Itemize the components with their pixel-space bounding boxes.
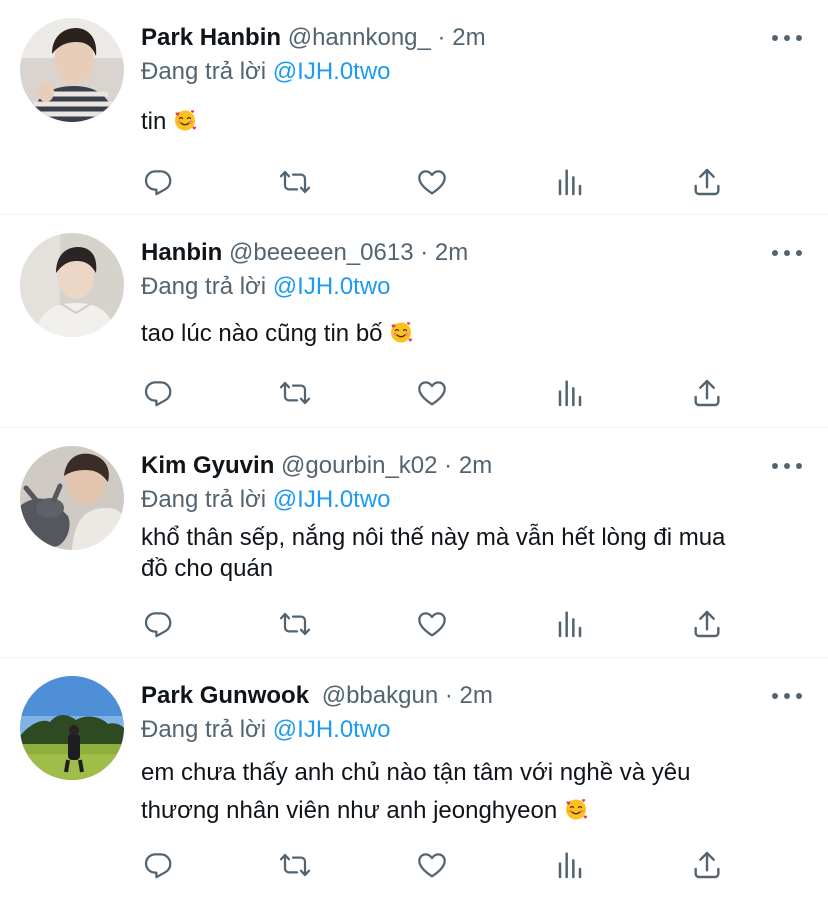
user-name[interactable]: Kim Gyuvin: [141, 452, 274, 479]
like-icon[interactable]: [414, 165, 450, 199]
retweet-icon[interactable]: [277, 376, 313, 410]
replying-prefix: Đang trả lời: [141, 58, 267, 85]
share-icon[interactable]: [689, 607, 725, 641]
mention-link[interactable]: @IJH.0two: [273, 716, 391, 743]
tweet-text: em chưa thấy anh chủ nào tận tâm với ngh…: [141, 754, 801, 830]
smiling-face-with-hearts-icon: [173, 108, 197, 132]
user-name[interactable]: Park Hanbin: [141, 24, 281, 51]
retweet-icon[interactable]: [277, 848, 313, 882]
timestamp[interactable]: 2m: [435, 239, 468, 266]
tweet-header: Park Hanbin @hannkong_ · 2m: [141, 22, 486, 54]
like-icon[interactable]: [414, 607, 450, 641]
user-name[interactable]: Park Gunwook: [141, 682, 309, 709]
tweet[interactable]: Park Hanbin @hannkong_ · 2m Đang trả lời…: [0, 0, 828, 215]
more-options-icon[interactable]: [772, 688, 802, 704]
user-name[interactable]: Hanbin: [141, 239, 222, 266]
tweet-actions: [140, 376, 740, 410]
retweet-icon[interactable]: [277, 607, 313, 641]
replying-to: Đang trả lời @IJH.0two: [141, 714, 391, 746]
separator-dot: ·: [444, 452, 453, 479]
user-handle[interactable]: @bbakgun: [322, 682, 438, 709]
tweet-text: tao lúc nào cũng tin bố: [141, 318, 801, 349]
replying-to: Đang trả lời @IJH.0two: [141, 56, 391, 88]
replying-prefix: Đang trả lời: [141, 273, 267, 300]
share-icon[interactable]: [689, 165, 725, 199]
tweet-text-line: đồ cho quán: [141, 555, 274, 582]
tweet-text-fragment: thương nhân viên như anh jeonghyeon: [141, 797, 558, 824]
tweet-text-line: tin: [141, 108, 167, 135]
more-options-icon[interactable]: [772, 458, 802, 474]
mention-link[interactable]: @IJH.0two: [273, 58, 391, 85]
share-icon[interactable]: [689, 376, 725, 410]
separator-dot: ·: [437, 24, 446, 51]
reply-icon[interactable]: [140, 165, 176, 199]
tweet-header: Hanbin @beeeeen_0613 · 2m: [141, 237, 468, 269]
replying-to: Đang trả lời @IJH.0two: [141, 271, 391, 303]
tweet-actions: [140, 165, 740, 199]
reply-icon[interactable]: [140, 376, 176, 410]
separator-dot: ·: [420, 239, 429, 266]
avatar[interactable]: [20, 18, 124, 122]
smiling-face-with-hearts-icon: [389, 320, 413, 344]
tweet-header: Park Gunwook @bbakgun · 2m: [141, 680, 493, 712]
share-icon[interactable]: [689, 848, 725, 882]
tweet-text-line: thương nhân viên như anh jeonghyeon: [141, 792, 801, 830]
analytics-icon[interactable]: [552, 165, 588, 199]
separator-dot: ·: [444, 682, 453, 709]
analytics-icon[interactable]: [552, 848, 588, 882]
tweet-actions: [140, 848, 740, 882]
replying-prefix: Đang trả lời: [141, 486, 267, 513]
mention-link[interactable]: @IJH.0two: [273, 486, 391, 513]
user-handle[interactable]: @beeeeen_0613: [229, 239, 414, 266]
user-handle[interactable]: @hannkong_: [288, 24, 431, 51]
avatar[interactable]: [20, 676, 124, 780]
like-icon[interactable]: [414, 376, 450, 410]
tweet[interactable]: Kim Gyuvin @gourbin_k02 · 2m Đang trả lờ…: [0, 428, 828, 658]
tweet[interactable]: Park Gunwook @bbakgun · 2m Đang trả lời …: [0, 658, 828, 898]
tweet[interactable]: Hanbin @beeeeen_0613 · 2m Đang trả lời @…: [0, 215, 828, 428]
replying-to: Đang trả lời @IJH.0two: [141, 484, 391, 516]
analytics-icon[interactable]: [552, 607, 588, 641]
replying-prefix: Đang trả lời: [141, 716, 267, 743]
tweet-header: Kim Gyuvin @gourbin_k02 · 2m: [141, 450, 492, 482]
reply-icon[interactable]: [140, 607, 176, 641]
retweet-icon[interactable]: [277, 165, 313, 199]
tweet-text-line: em chưa thấy anh chủ nào tận tâm với ngh…: [141, 759, 691, 786]
avatar[interactable]: [20, 233, 124, 337]
tweet-text-line: tao lúc nào cũng tin bố: [141, 320, 383, 347]
timestamp[interactable]: 2m: [459, 452, 492, 479]
timestamp[interactable]: 2m: [452, 24, 485, 51]
user-handle[interactable]: @gourbin_k02: [281, 452, 437, 479]
smiling-face-with-hearts-icon: [564, 797, 588, 821]
tweet-actions: [140, 607, 740, 641]
avatar[interactable]: [20, 446, 124, 550]
reply-icon[interactable]: [140, 848, 176, 882]
tweet-text: khổ thân sếp, nắng nôi thế này mà vẫn hế…: [141, 522, 801, 584]
mention-link[interactable]: @IJH.0two: [273, 273, 391, 300]
tweet-text: tin: [141, 106, 801, 137]
more-options-icon[interactable]: [772, 30, 802, 46]
more-options-icon[interactable]: [772, 245, 802, 261]
tweet-text-line: khổ thân sếp, nắng nôi thế này mà vẫn hế…: [141, 524, 726, 551]
like-icon[interactable]: [414, 848, 450, 882]
analytics-icon[interactable]: [552, 376, 588, 410]
timestamp[interactable]: 2m: [460, 682, 493, 709]
